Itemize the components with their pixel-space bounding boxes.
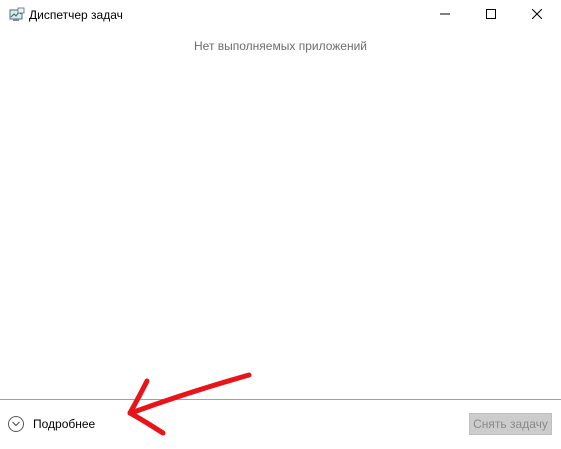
title-bar[interactable]: Диспетчер задач — [0, 0, 561, 30]
minimize-icon — [440, 6, 450, 24]
maximize-icon — [486, 6, 496, 24]
chevron-down-icon — [8, 416, 24, 432]
empty-apps-message: Нет выполняемых приложений — [194, 39, 367, 53]
more-details-label: Подробнее — [33, 416, 96, 431]
minimize-button[interactable] — [422, 0, 468, 30]
red-arrow-icon — [127, 372, 252, 436]
window-title: Диспетчер задач — [29, 8, 123, 22]
end-task-button[interactable]: Снять задачу — [469, 413, 552, 435]
more-details-toggle[interactable]: Подробнее — [8, 414, 95, 434]
footer-bar: Подробнее Снять задачу — [0, 399, 561, 449]
close-button[interactable] — [514, 0, 560, 30]
task-manager-icon — [9, 7, 25, 23]
maximize-button[interactable] — [468, 0, 514, 30]
close-icon — [531, 6, 543, 24]
